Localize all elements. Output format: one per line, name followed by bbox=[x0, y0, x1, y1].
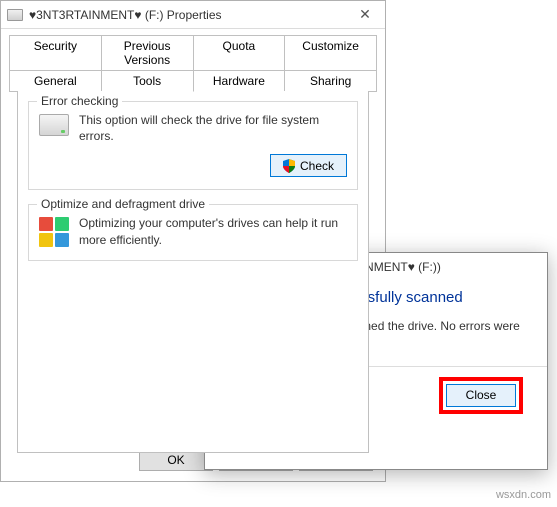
properties-dialog: ♥3NT3RTAINMENT♥ (F:) Properties ✕ Securi… bbox=[0, 0, 386, 482]
watermark: wsxdn.com bbox=[496, 489, 551, 501]
tab-sharing[interactable]: Sharing bbox=[285, 70, 377, 92]
tab-customize[interactable]: Customize bbox=[285, 35, 377, 71]
defrag-group: Optimize and defragment drive Optimizing… bbox=[28, 204, 358, 260]
properties-titlebar[interactable]: ♥3NT3RTAINMENT♥ (F:) Properties ✕ bbox=[1, 1, 385, 29]
uac-shield-icon bbox=[283, 159, 295, 173]
close-icon[interactable]: ✕ bbox=[345, 2, 385, 28]
tools-tab-content: Error checking This option will check th… bbox=[17, 91, 369, 453]
window-title: ♥3NT3RTAINMENT♥ (F:) Properties bbox=[29, 8, 345, 22]
tab-row-upper: Security Previous Versions Quota Customi… bbox=[9, 35, 377, 71]
tab-container: Security Previous Versions Quota Customi… bbox=[1, 29, 385, 453]
defrag-text: Optimizing your computer's drives can he… bbox=[79, 215, 347, 247]
close-button[interactable]: Close bbox=[446, 384, 516, 407]
tab-previous-versions[interactable]: Previous Versions bbox=[102, 35, 194, 71]
tab-hardware[interactable]: Hardware bbox=[194, 70, 286, 92]
drive-icon bbox=[7, 9, 23, 21]
close-button-highlight: Close bbox=[439, 377, 523, 414]
tab-general[interactable]: General bbox=[9, 70, 102, 92]
tab-tools[interactable]: Tools bbox=[102, 70, 194, 92]
defrag-legend: Optimize and defragment drive bbox=[37, 197, 209, 211]
error-checking-group: Error checking This option will check th… bbox=[28, 101, 358, 190]
hdd-icon bbox=[39, 114, 69, 136]
check-button-label: Check bbox=[300, 159, 334, 173]
defrag-icon bbox=[39, 217, 69, 247]
error-checking-text: This option will check the drive for fil… bbox=[79, 112, 347, 144]
tab-quota[interactable]: Quota bbox=[194, 35, 286, 71]
tab-row-lower: General Tools Hardware Sharing bbox=[9, 70, 377, 92]
tab-security[interactable]: Security bbox=[9, 35, 102, 71]
check-button[interactable]: Check bbox=[270, 154, 347, 177]
error-checking-legend: Error checking bbox=[37, 94, 122, 108]
